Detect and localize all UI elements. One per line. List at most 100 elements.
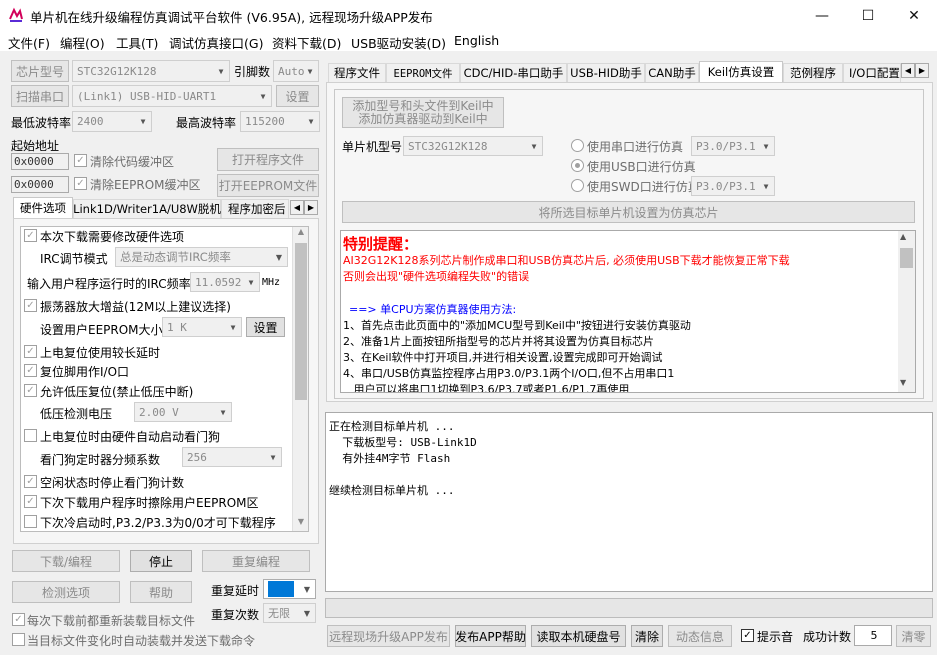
scroll-up-icon[interactable]: ▲	[900, 232, 906, 241]
add-to-keil-line1: 添加型号和头文件到Keil中	[352, 98, 494, 113]
beep-checkbox[interactable]: ✓	[741, 629, 754, 642]
tab-examples[interactable]: 范例程序	[783, 63, 843, 82]
log-line: 正在检测目标单片机 ...	[329, 420, 455, 433]
repeat-delay-select[interactable]: 3 秒 ▼	[263, 579, 316, 599]
tab-link1d-offline[interactable]: Link1D/Writer1A/U8W脱机	[73, 199, 221, 218]
swd-pins-select[interactable]: P3.0/P3.1 ▼	[691, 176, 775, 196]
read-disk-button[interactable]: 读取本机硬盘号	[531, 625, 626, 647]
mcu-model-select[interactable]: STC32G12K128 ▼	[403, 136, 543, 156]
chevron-right-icon[interactable]: ▶	[915, 63, 929, 78]
tab-cdc-hid-serial[interactable]: CDC/HID-串口助手	[460, 63, 567, 82]
erase-eeprom-checkbox[interactable]: ✓	[24, 495, 37, 508]
download-button[interactable]: 下载/编程	[12, 550, 120, 572]
chip-type-select[interactable]: STC32G12K128 ▼	[72, 60, 230, 82]
left-tab-scroller[interactable]: ◀ ▶	[290, 200, 318, 215]
chevron-right-icon[interactable]: ▶	[304, 200, 318, 215]
tab-usb-hid[interactable]: USB-HID助手	[567, 63, 645, 82]
radio-usb-emulation[interactable]	[571, 159, 584, 172]
uart-pins-select[interactable]: P3.0/P3.1 ▼	[691, 136, 775, 156]
menu-tools[interactable]: 工具(T)	[116, 33, 158, 52]
irc-freq-value: 11.0592	[195, 275, 242, 289]
radio-swd-emulation[interactable]	[571, 179, 584, 192]
repeat-count-select[interactable]: 无限 ▼	[263, 603, 316, 623]
tab-can[interactable]: CAN助手	[645, 63, 699, 82]
chip-type-button[interactable]: 芯片型号	[11, 60, 69, 82]
menu-program[interactable]: 编程(O)	[60, 33, 105, 52]
chevron-down-icon: ▼	[307, 66, 313, 76]
notice-scrollbar[interactable]: ▲ ▼	[898, 231, 915, 392]
repeat-count-label: 重复次数	[211, 608, 260, 622]
code-address-field[interactable]: 0x0000	[11, 153, 69, 170]
close-button[interactable]: ✕	[891, 0, 937, 31]
right-tab-scroller[interactable]: ◀ ▶	[901, 63, 929, 78]
pins-select[interactable]: Auto ▼	[273, 60, 319, 82]
irc-freq-select[interactable]: 11.0592 ▼	[190, 272, 260, 292]
tab-hardware-options[interactable]: 硬件选项	[13, 197, 73, 218]
eeprom-size-set-button[interactable]: 设置	[246, 317, 285, 337]
chevron-left-icon[interactable]: ◀	[290, 200, 304, 215]
scroll-down-icon[interactable]: ▼	[294, 517, 308, 531]
auto-reload-checkbox[interactable]	[12, 633, 25, 646]
open-program-file-button[interactable]: 打开程序文件	[217, 148, 319, 171]
maximize-button[interactable]: ☐	[845, 0, 891, 31]
eeprom-size-label: 设置用户EEPROM大小	[40, 323, 163, 337]
stop-button[interactable]: 停止	[130, 550, 192, 572]
success-count-field[interactable]: 5	[854, 625, 892, 646]
publish-help-button[interactable]: 发布APP帮助	[455, 625, 526, 647]
tab-program-file[interactable]: 程序文件	[328, 63, 386, 82]
set-emulator-chip-button[interactable]: 将所选目标单片机设置为仿真芯片	[342, 201, 915, 223]
remote-upgrade-button[interactable]: 远程现场升级APP发布	[327, 625, 450, 647]
chevron-down-icon: ▼	[218, 66, 224, 76]
reset-pin-io-checkbox[interactable]: ✓	[24, 364, 37, 377]
tab-keil-settings[interactable]: Keil仿真设置	[699, 61, 783, 82]
scroll-down-icon[interactable]: ▼	[900, 378, 906, 387]
scrollbar-thumb[interactable]	[900, 248, 913, 268]
reload-each-checkbox[interactable]: ✓	[12, 613, 25, 626]
port-select[interactable]: (Link1) USB-HID-UART1 ▼	[72, 85, 272, 107]
menu-debug-interface[interactable]: 调试仿真接口(G)	[169, 33, 263, 52]
menu-file[interactable]: 文件(F)	[8, 33, 50, 52]
modify-hw-checkbox[interactable]: ✓	[24, 229, 37, 242]
idle-stop-wdt-checkbox[interactable]: ✓	[24, 475, 37, 488]
log-line: 下载板型号: USB-Link1D	[329, 436, 477, 449]
radio-uart-emulation[interactable]	[571, 139, 584, 152]
add-to-keil-button[interactable]: 添加型号和头文件到Keil中 添加仿真器驱动到Keil中	[342, 97, 504, 128]
hardware-options-scrollbar[interactable]: ▲ ▼	[292, 227, 308, 531]
reprogram-button[interactable]: 重复编程	[202, 550, 310, 572]
clear-code-checkbox[interactable]: ✓	[74, 154, 87, 167]
chevron-left-icon[interactable]: ◀	[901, 63, 915, 78]
minimize-button[interactable]: —	[799, 0, 845, 31]
long-delay-checkbox[interactable]: ✓	[24, 345, 37, 358]
clear-eeprom-checkbox[interactable]: ✓	[74, 177, 87, 190]
log-output[interactable]: 正在检测目标单片机 ... 下载板型号: USB-Link1D 有外挂4M字节 …	[325, 412, 933, 592]
wdt-auto-checkbox[interactable]	[24, 429, 37, 442]
menu-downloads[interactable]: 资料下载(D)	[272, 33, 341, 52]
chevron-down-icon: ▼	[763, 141, 769, 151]
clear-count-button[interactable]: 清零	[896, 625, 931, 647]
help-button[interactable]: 帮助	[130, 581, 192, 603]
port-settings-button[interactable]: 设置	[276, 85, 319, 107]
min-baud-select[interactable]: 2400 ▼	[72, 111, 152, 132]
dynamic-info-button[interactable]: 动态信息	[668, 625, 732, 647]
eeprom-size-select[interactable]: 1 K ▼	[162, 317, 242, 337]
menu-usb-driver[interactable]: USB驱动安装(D)	[351, 33, 446, 52]
eeprom-address-field[interactable]: 0x0000	[11, 176, 69, 193]
tab-io-config[interactable]: I/O口配置	[843, 63, 901, 82]
osc-gain-checkbox[interactable]: ✓	[24, 299, 37, 312]
menu-english[interactable]: English	[454, 33, 499, 48]
open-eeprom-file-button[interactable]: 打开EEPROM文件	[217, 174, 319, 197]
scroll-up-icon[interactable]: ▲	[294, 227, 308, 241]
check-options-button[interactable]: 检测选项	[12, 581, 120, 603]
wdt-prescale-select[interactable]: 256 ▼	[182, 447, 282, 467]
lv-detect-select[interactable]: 2.00 V ▼	[134, 402, 232, 422]
low-voltage-reset-checkbox[interactable]: ✓	[24, 384, 37, 397]
tab-eeprom-file[interactable]: EEPROM文件	[386, 63, 460, 82]
scan-port-button[interactable]: 扫描串口	[11, 85, 69, 107]
tab-program-encrypt[interactable]: 程序加密后	[221, 199, 289, 218]
clear-log-button[interactable]: 清除	[631, 625, 663, 647]
max-baud-select[interactable]: 115200 ▼	[240, 111, 320, 132]
cold-boot-checkbox[interactable]	[24, 515, 37, 528]
modify-hw-label: 本次下载需要修改硬件选项	[40, 230, 185, 244]
scrollbar-thumb[interactable]	[295, 243, 307, 400]
irc-mode-select[interactable]: 总是动态调节IRC频率 ▼	[115, 247, 288, 267]
